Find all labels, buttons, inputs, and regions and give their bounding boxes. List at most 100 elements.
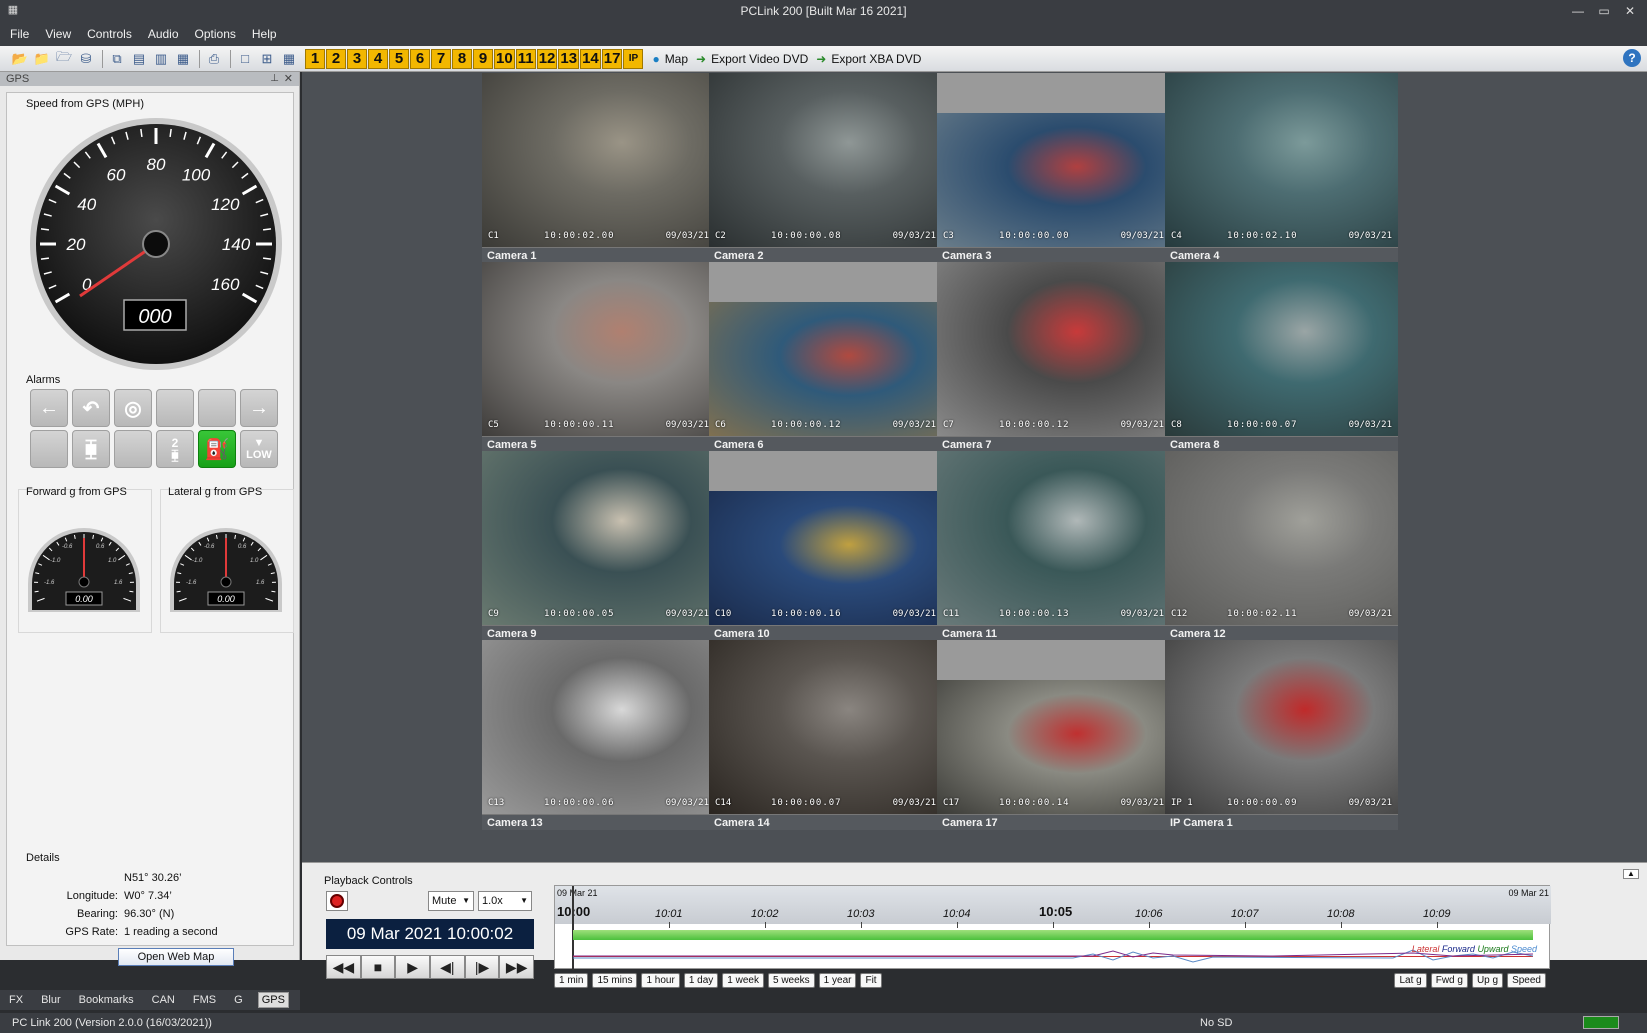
menu-controls[interactable]: Controls	[87, 27, 132, 41]
camera-tile[interactable]: IP 1 10:00:00.09 09/03/21 IP Camera 1	[1165, 640, 1398, 830]
range-1-min[interactable]: 1 min	[554, 972, 589, 988]
drive-icon[interactable]: ⛁	[76, 49, 96, 69]
camera-tile[interactable]: C5 10:00:00.11 09/03/21 Camera 5	[482, 262, 715, 452]
camera-tile[interactable]: C3 10:00:00.00 09/03/21 Camera 3	[937, 73, 1170, 263]
camera-feed[interactable]	[937, 262, 1170, 436]
camera-feed[interactable]	[709, 640, 942, 814]
graph-up-g[interactable]: Up g	[1471, 972, 1504, 988]
layout-single-icon[interactable]: □	[235, 49, 255, 69]
camera-4-button[interactable]: 4	[368, 48, 388, 69]
camera-feed[interactable]	[482, 73, 715, 247]
map-button[interactable]: ● Map	[652, 52, 688, 66]
range-5-weeks[interactable]: 5 weeks	[767, 972, 815, 988]
tab-gps[interactable]: GPS	[257, 992, 289, 1008]
camera-tile[interactable]: C17 10:00:00.14 09/03/21 Camera 17	[937, 640, 1170, 830]
open-multi-icon[interactable]: 🗁	[54, 49, 74, 69]
camera-feed[interactable]	[482, 640, 715, 814]
camera-feed[interactable]	[709, 302, 942, 436]
camera-tile[interactable]: C12 10:00:02.11 09/03/21 Camera 12	[1165, 451, 1398, 641]
tab-fx[interactable]: FX	[6, 993, 26, 1007]
tab-g[interactable]: G	[231, 993, 246, 1007]
timeline[interactable]: 09 Mar 21 09 Mar 21 10:0010:0110:0210:03…	[554, 885, 1551, 970]
camera-tile[interactable]: C11 10:00:00.13 09/03/21 Camera 11	[937, 451, 1170, 641]
range-fit[interactable]: Fit	[860, 972, 882, 988]
record-icon[interactable]	[326, 891, 348, 911]
range-1-hour[interactable]: 1 hour	[641, 972, 680, 988]
camera-13-button[interactable]: 13	[558, 48, 580, 69]
camera-tile[interactable]: C4 10:00:02.10 09/03/21 Camera 4	[1165, 73, 1398, 263]
camera-tile[interactable]: C7 10:00:00.12 09/03/21 Camera 7	[937, 262, 1170, 452]
open-web-map-button[interactable]: Open Web Map	[118, 948, 234, 966]
collapse-icon[interactable]: ▲	[1623, 869, 1639, 879]
camera-3-button[interactable]: 3	[347, 48, 367, 69]
help-icon[interactable]: ?	[1623, 49, 1641, 67]
tab-fms[interactable]: FMS	[190, 993, 219, 1007]
camera-tile[interactable]: C10 10:00:00.16 09/03/21 Camera 10	[709, 451, 942, 641]
stop-button[interactable]: ■	[360, 955, 396, 979]
open-file-icon[interactable]: 📁	[32, 49, 52, 69]
camera-feed[interactable]	[709, 491, 942, 625]
close-icon[interactable]: ✕	[1617, 0, 1643, 22]
menu-view[interactable]: View	[45, 27, 71, 41]
step-forward-button[interactable]: |▶	[464, 955, 500, 979]
save-icon[interactable]: ▤	[129, 49, 149, 69]
camera-10-button[interactable]: 10	[494, 48, 515, 69]
minimize-icon[interactable]: —	[1565, 0, 1591, 22]
camera-5-button[interactable]: 5	[389, 48, 409, 69]
camera-tile[interactable]: C1 10:00:02.00 09/03/21 Camera 1	[482, 73, 715, 263]
pin-icon[interactable]: ⊥	[270, 72, 279, 86]
tab-bookmarks[interactable]: Bookmarks	[76, 993, 137, 1007]
camera-feed[interactable]	[709, 73, 942, 247]
maximize-icon[interactable]: ▭	[1591, 0, 1617, 22]
menu-audio[interactable]: Audio	[148, 27, 179, 41]
camera-feed[interactable]	[937, 680, 1170, 814]
camera-8-button[interactable]: 8	[452, 48, 472, 69]
camera-tile[interactable]: C9 10:00:00.05 09/03/21 Camera 9	[482, 451, 715, 641]
camera-feed[interactable]	[1165, 73, 1398, 247]
camera-6-button[interactable]: 6	[410, 48, 430, 69]
menu-options[interactable]: Options	[195, 27, 236, 41]
save-all-icon[interactable]: ▦	[173, 49, 193, 69]
layout-quad-icon[interactable]: ⊞	[257, 49, 277, 69]
close-icon[interactable]: ✕	[284, 72, 293, 86]
graph-fwd-g[interactable]: Fwd g	[1430, 972, 1468, 988]
tab-blur[interactable]: Blur	[38, 993, 64, 1007]
play-button[interactable]: ▶	[395, 955, 431, 979]
camera-tile[interactable]: C6 10:00:00.12 09/03/21 Camera 6	[709, 262, 942, 452]
camera-12-button[interactable]: 12	[536, 48, 558, 69]
layout-grid-icon[interactable]: ▦	[279, 49, 299, 69]
range-1-year[interactable]: 1 year	[818, 972, 857, 988]
camera-feed[interactable]	[1165, 640, 1398, 814]
camera-11-button[interactable]: 11	[515, 48, 536, 69]
export-video-dvd-button[interactable]: ➜ Export Video DVD	[696, 52, 808, 66]
ip-camera-button[interactable]: IP	[623, 48, 644, 69]
mute-dropdown[interactable]: Mute ▼	[428, 891, 474, 911]
print-icon[interactable]: ⎙	[204, 49, 224, 69]
speed-dropdown[interactable]: 1.0x ▼	[478, 891, 532, 911]
rewind-button[interactable]: ◀◀	[326, 955, 361, 979]
camera-tile[interactable]: C8 10:00:00.07 09/03/21 Camera 8	[1165, 262, 1398, 452]
camera-17-button[interactable]: 17	[601, 48, 623, 69]
camera-14-button[interactable]: 14	[580, 48, 601, 69]
camera-feed[interactable]	[937, 451, 1170, 625]
menu-file[interactable]: File	[10, 27, 29, 41]
camera-feed[interactable]	[482, 451, 715, 625]
range-1-day[interactable]: 1 day	[683, 972, 719, 988]
camera-tile[interactable]: C13 10:00:00.06 09/03/21 Camera 13	[482, 640, 715, 830]
camera-feed[interactable]	[1165, 451, 1398, 625]
fast-forward-button[interactable]: ▶▶	[499, 955, 535, 979]
copy-icon[interactable]: ⧉	[107, 49, 127, 69]
export-xba-dvd-button[interactable]: ➜ Export XBA DVD	[816, 52, 921, 66]
tab-can[interactable]: CAN	[149, 993, 178, 1007]
camera-9-button[interactable]: 9	[473, 48, 493, 69]
graph-speed[interactable]: Speed	[1507, 972, 1546, 988]
save-as-icon[interactable]: ▥	[151, 49, 171, 69]
camera-feed[interactable]	[1165, 262, 1398, 436]
camera-7-button[interactable]: 7	[431, 48, 451, 69]
step-back-button[interactable]: ◀|	[430, 955, 465, 979]
graph-lat-g[interactable]: Lat g	[1394, 972, 1427, 988]
open-folder-icon[interactable]: 📂	[10, 49, 30, 69]
range-1-week[interactable]: 1 week	[722, 972, 764, 988]
camera-feed[interactable]	[482, 262, 715, 436]
camera-feed[interactable]	[937, 113, 1170, 247]
